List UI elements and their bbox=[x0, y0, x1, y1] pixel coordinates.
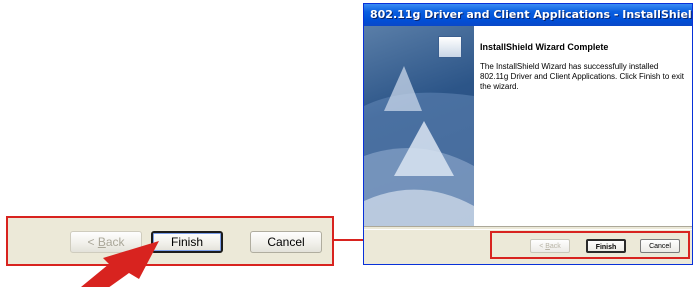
zoomed-button-callout: < Back Finish Cancel bbox=[6, 216, 334, 266]
window-titlebar: 802.11g Driver and Client Applications -… bbox=[364, 4, 692, 26]
computer-installer-icon bbox=[438, 36, 462, 58]
wizard-content: InstallShield Wizard Complete The Instal… bbox=[474, 26, 692, 226]
button-row-highlight bbox=[490, 231, 690, 259]
wizard-side-panel bbox=[364, 26, 474, 226]
button-separator bbox=[364, 226, 692, 230]
zoomed-cancel-button[interactable]: Cancel bbox=[250, 231, 322, 253]
wizard-message: The InstallShield Wizard has successfull… bbox=[480, 62, 684, 91]
red-arrow-icon bbox=[81, 241, 159, 287]
installshield-window: 802.11g Driver and Client Applications -… bbox=[363, 3, 693, 265]
wizard-heading: InstallShield Wizard Complete bbox=[480, 42, 609, 52]
